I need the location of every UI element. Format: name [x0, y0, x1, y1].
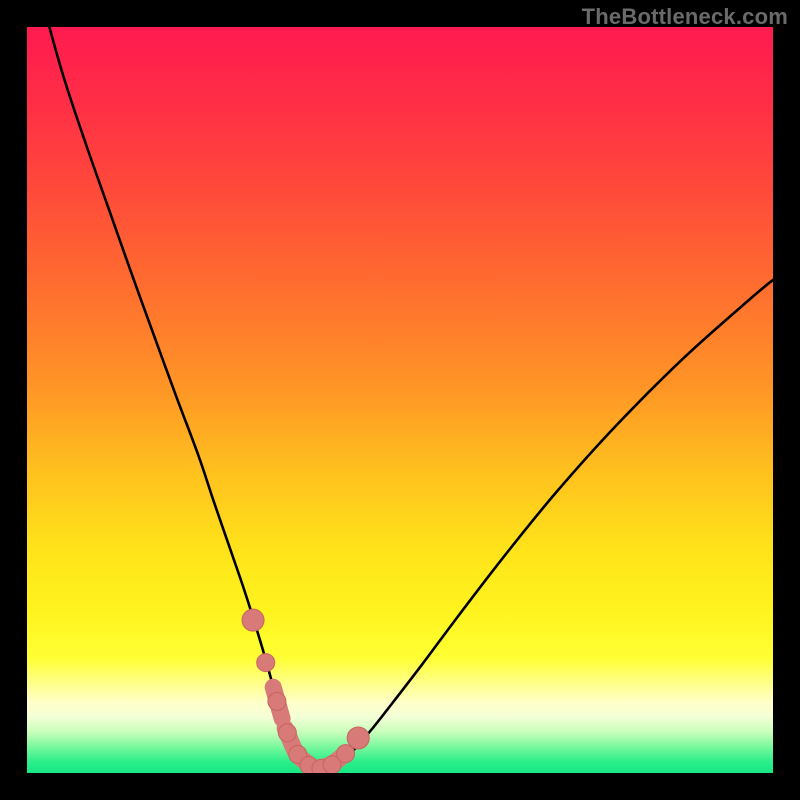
- marker-dot: [278, 724, 296, 742]
- gradient-background: [27, 27, 773, 773]
- marker-dot: [257, 654, 275, 672]
- marker-dot: [268, 692, 286, 710]
- marker-dot: [347, 727, 369, 749]
- chart-canvas: [27, 27, 773, 773]
- outer-black-frame: TheBottleneck.com: [0, 0, 800, 800]
- plot-area: [27, 27, 773, 773]
- marker-dot: [242, 609, 264, 631]
- watermark-text: TheBottleneck.com: [582, 4, 788, 30]
